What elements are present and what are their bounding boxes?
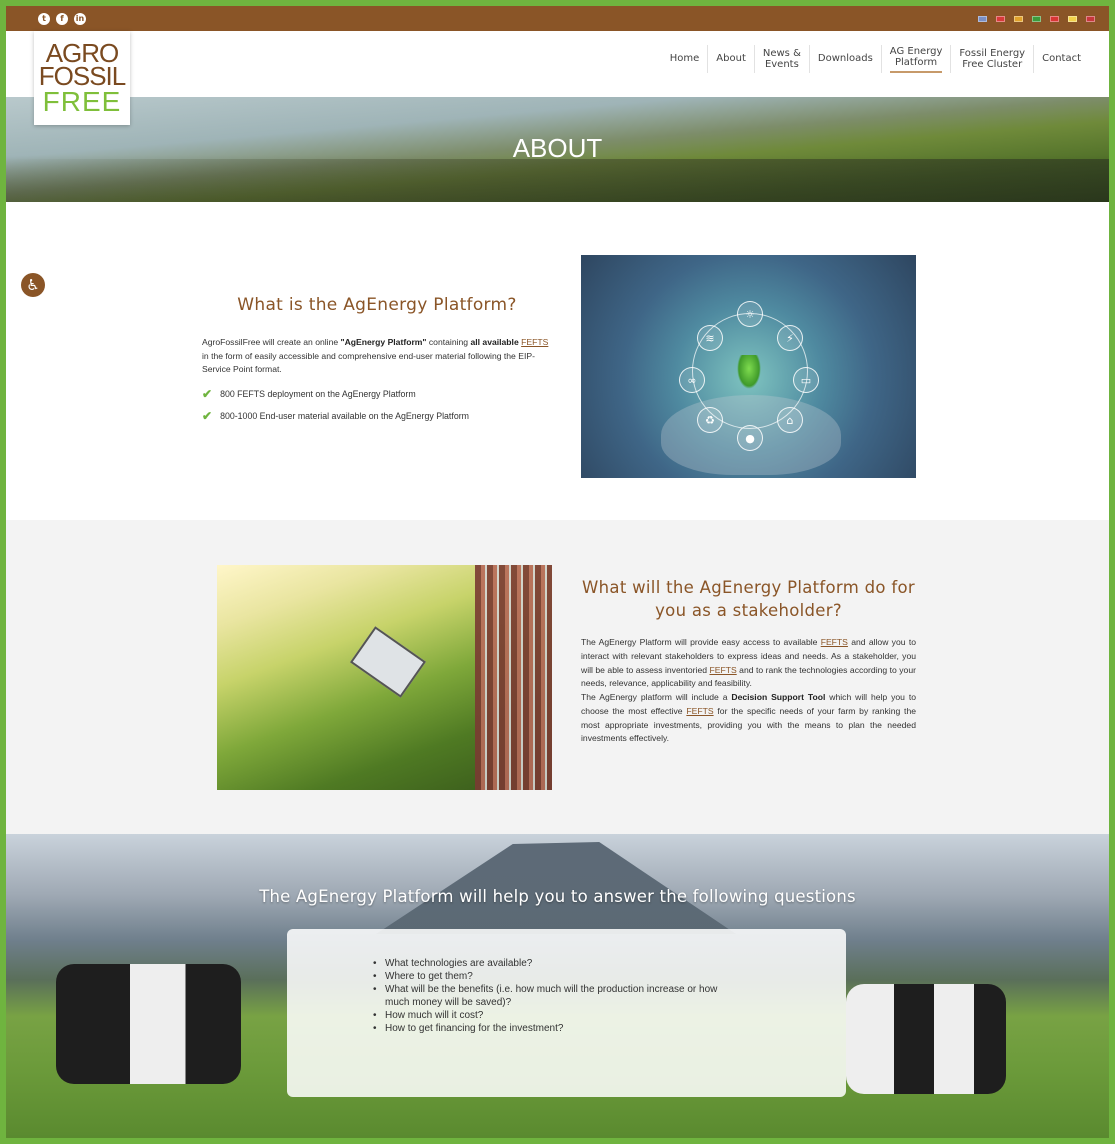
flag-icon[interactable] bbox=[1068, 15, 1077, 22]
language-selector bbox=[978, 15, 1095, 22]
page-frame: t f in AGRO FOSSIL FREE Home About News … bbox=[6, 6, 1109, 1138]
site-header: AGRO FOSSIL FREE Home About News & Event… bbox=[6, 31, 1109, 125]
flag-icon[interactable] bbox=[1050, 15, 1059, 22]
hero-banner: ABOUT bbox=[6, 97, 1109, 202]
sprout-icon bbox=[737, 355, 761, 389]
top-bar: t f in bbox=[6, 6, 1109, 31]
page-title: ABOUT bbox=[512, 133, 603, 163]
list-item: What technologies are available? bbox=[373, 957, 723, 970]
farmer-tablet-image bbox=[217, 565, 552, 790]
section3-heading: The AgEnergy Platform will help you to a… bbox=[259, 887, 856, 906]
fefts-link[interactable]: FEFTS bbox=[821, 637, 848, 647]
check-item: ✔ 800-1000 End-user material available o… bbox=[202, 409, 469, 424]
questions-box: What technologies are available? Where t… bbox=[287, 929, 846, 1097]
section2-heading: What will the AgEnergy Platform do for y… bbox=[582, 578, 915, 621]
list-item: Where to get them? bbox=[373, 970, 723, 983]
questions-list: What technologies are available? Where t… bbox=[373, 957, 846, 1035]
list-item: How much will it cost? bbox=[373, 1009, 723, 1022]
hands-energy-image: ☼ ≋ ⚡ ∞ ▭ ♻ ⌂ ● bbox=[581, 255, 916, 478]
linkedin-icon[interactable]: in bbox=[74, 12, 86, 25]
section1-heading: What is the AgEnergy Platform? bbox=[237, 295, 517, 315]
section2-paragraph-2: The AgEnergy platform will include a Dec… bbox=[581, 692, 917, 744]
checkmark-icon: ✔ bbox=[202, 387, 213, 402]
logo-line-3: FREE bbox=[42, 85, 122, 117]
social-links: t f in bbox=[38, 12, 86, 25]
mountain-shape bbox=[376, 842, 736, 934]
cycle-icon: ∞ bbox=[679, 367, 705, 393]
farmer-shape bbox=[475, 565, 552, 790]
checkmark-icon: ✔ bbox=[202, 409, 213, 424]
flag-icon[interactable] bbox=[1014, 15, 1023, 22]
battery-icon: ▭ bbox=[793, 367, 819, 393]
nav-downloads[interactable]: Downloads bbox=[810, 45, 882, 73]
facebook-icon[interactable]: f bbox=[56, 12, 68, 25]
nav-contact[interactable]: Contact bbox=[1034, 45, 1089, 73]
wind-icon: ≋ bbox=[697, 325, 723, 351]
nav-ag-energy-platform[interactable]: AG Energy Platform bbox=[882, 45, 952, 73]
nav-news-events[interactable]: News & Events bbox=[755, 45, 810, 73]
accessibility-icon[interactable]: ♿ bbox=[21, 273, 45, 297]
fefts-link[interactable]: FEFTS bbox=[709, 665, 736, 675]
flag-icon[interactable] bbox=[1032, 15, 1041, 22]
tablet-shape bbox=[349, 626, 427, 698]
cow-shape bbox=[56, 964, 241, 1084]
section-questions: The AgEnergy Platform will help you to a… bbox=[6, 834, 1109, 1138]
nav-about[interactable]: About bbox=[708, 45, 755, 73]
list-item: What will be the benefits (i.e. how much… bbox=[373, 983, 723, 1009]
fefts-link[interactable]: FEFTS bbox=[521, 337, 548, 347]
section-stakeholder: What will the AgEnergy Platform do for y… bbox=[6, 520, 1109, 834]
power-icon: ⚡ bbox=[777, 325, 803, 351]
list-item: How to get financing for the investment? bbox=[373, 1022, 723, 1035]
home-icon: ⌂ bbox=[777, 407, 803, 433]
section2-paragraph-1: The AgEnergy Platform will provide easy … bbox=[581, 637, 916, 689]
check-item: ✔ 800 FEFTS deployment on the AgEnergy P… bbox=[202, 387, 416, 402]
nav-fossil-energy-free-cluster[interactable]: Fossil Energy Free Cluster bbox=[951, 45, 1035, 73]
flag-icon[interactable] bbox=[978, 15, 987, 22]
section1-text: What is the AgEnergy Platform? AgroFossi… bbox=[202, 294, 552, 431]
twitter-icon[interactable]: t bbox=[38, 12, 50, 25]
sun-icon: ☼ bbox=[737, 301, 763, 327]
site-logo[interactable]: AGRO FOSSIL FREE bbox=[34, 31, 130, 125]
nav-home[interactable]: Home bbox=[662, 45, 709, 73]
water-drop-icon: ● bbox=[737, 425, 763, 451]
cow-shape bbox=[846, 984, 1006, 1094]
section2-text: What will the AgEnergy Platform do for y… bbox=[581, 576, 916, 746]
check-list: ✔ 800 FEFTS deployment on the AgEnergy P… bbox=[202, 387, 552, 423]
main-nav: Home About News & Events Downloads AG En… bbox=[662, 45, 1089, 73]
recycle-icon: ♻ bbox=[697, 407, 723, 433]
section1-paragraph: AgroFossilFree will create an online "Ag… bbox=[202, 336, 549, 375]
section-what-is-platform: What is the AgEnergy Platform? AgroFossi… bbox=[6, 202, 1109, 520]
fefts-link[interactable]: FEFTS bbox=[686, 706, 713, 716]
hero-landscape bbox=[6, 159, 1109, 202]
flag-icon[interactable] bbox=[996, 15, 1005, 22]
flag-icon[interactable] bbox=[1086, 15, 1095, 22]
